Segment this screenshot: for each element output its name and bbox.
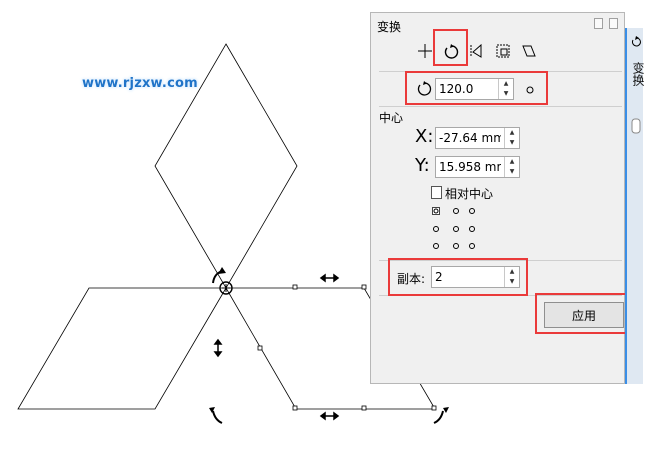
highlight-apply <box>535 293 632 334</box>
scale-mirror-tool-icon[interactable] <box>467 41 487 61</box>
anchor-top-right-icon[interactable] <box>468 207 476 215</box>
minimize-icon[interactable] <box>594 18 603 29</box>
x-label: X: <box>415 126 434 147</box>
docker-title: 变换 <box>377 20 402 34</box>
spin-up-icon[interactable]: ▲ <box>505 157 519 167</box>
anchor-bottom-left-icon[interactable] <box>432 242 440 250</box>
separator <box>379 106 622 107</box>
close-icon[interactable] <box>609 18 618 29</box>
highlight-rotation-angle <box>405 71 548 105</box>
center-label: 中心 <box>379 111 404 125</box>
docker-side-tab[interactable]: 变换 <box>625 28 645 384</box>
anchor-center-icon[interactable] <box>452 225 460 233</box>
x-field[interactable]: ▲▼ <box>435 127 520 149</box>
position-tool-icon[interactable] <box>415 41 435 61</box>
anchor-top-left-icon[interactable] <box>432 207 440 215</box>
docker-window-buttons <box>594 18 618 29</box>
y-label: Y: <box>415 155 430 176</box>
y-input[interactable] <box>436 157 504 177</box>
spin-up-icon[interactable]: ▲ <box>505 128 519 138</box>
relative-center-checkbox[interactable] <box>431 186 442 199</box>
x-input[interactable] <box>436 128 504 148</box>
highlight-copies <box>388 258 528 296</box>
y-field[interactable]: ▲▼ <box>435 156 520 178</box>
relative-center-label: 相对中心 <box>445 187 494 201</box>
size-tool-icon[interactable] <box>493 41 513 61</box>
anchor-top-center-icon[interactable] <box>452 207 460 215</box>
object-properties-tab-icon[interactable] <box>630 118 642 134</box>
watermark-text: www.rjzxw.com <box>82 76 198 91</box>
anchor-bottom-center-icon[interactable] <box>452 242 460 250</box>
transform-tab-icon <box>632 36 641 47</box>
skew-tool-icon[interactable] <box>519 41 539 61</box>
side-tab-label: 变换 <box>631 62 645 86</box>
diamond-lower-left[interactable] <box>17 287 227 410</box>
anchor-middle-left-icon[interactable] <box>432 225 440 233</box>
highlight-rotate-tool <box>433 29 468 66</box>
spin-down-icon[interactable]: ▼ <box>505 138 519 148</box>
spin-down-icon[interactable]: ▼ <box>505 167 519 177</box>
anchor-bottom-right-icon[interactable] <box>468 242 476 250</box>
anchor-middle-right-icon[interactable] <box>468 225 476 233</box>
skew-handle-icon <box>213 273 340 421</box>
